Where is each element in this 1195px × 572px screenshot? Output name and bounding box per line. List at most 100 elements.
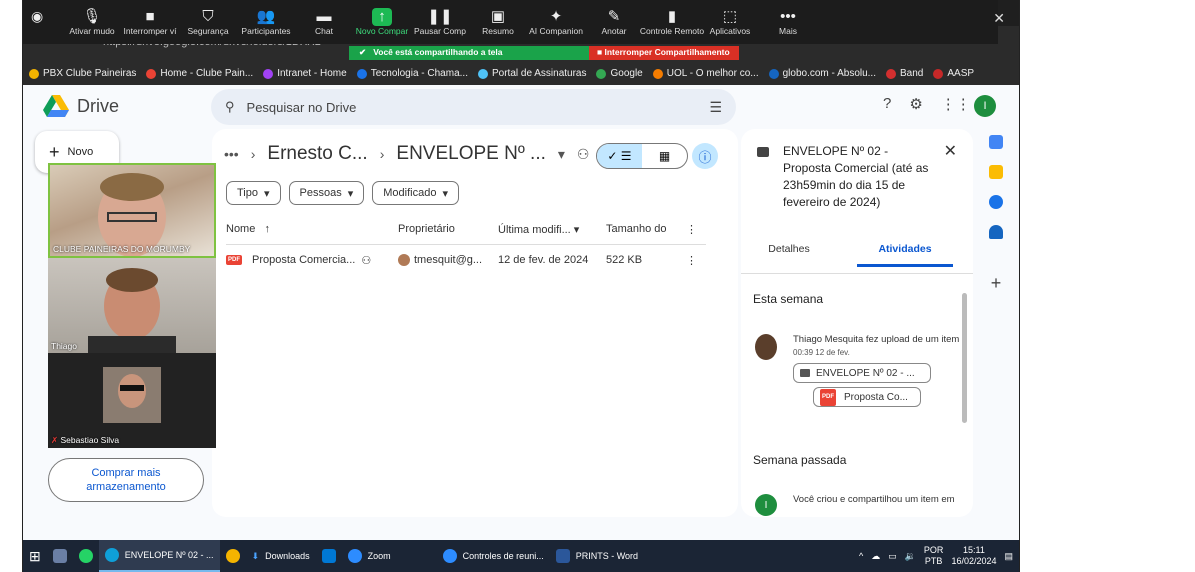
zoom-ai-companion-button[interactable]: ✦ AI Companion	[527, 0, 585, 36]
microphone-icon: 🎙	[82, 8, 102, 25]
bookmark-item[interactable]: AASP	[933, 68, 974, 79]
more-icon[interactable]: •••	[224, 146, 239, 162]
taskbar-item-edge[interactable]: ENVELOPE Nº 02 - ...	[98, 540, 220, 572]
clock[interactable]: 15:11 16/02/2024	[951, 545, 996, 567]
bookmark-item[interactable]: globo.com - Absolu...	[768, 68, 876, 79]
close-icon[interactable]: ✕	[944, 141, 957, 161]
grid-view-button[interactable]: ▦	[642, 144, 687, 168]
taskbar: ⊞ ENVELOPE Nº 02 - ... ⬇ Downloads Zoom C…	[23, 540, 1019, 572]
outlook-icon[interactable]	[316, 540, 342, 572]
zoom-aplicativos-button[interactable]: ⬚ Aplicativos	[701, 0, 759, 36]
table-row[interactable]: PDF Proposta Comercia... ⚇ tmesquit@g...…	[226, 247, 706, 273]
participant-photo	[103, 367, 161, 423]
filter-type[interactable]: Tipo ▾	[226, 181, 281, 205]
tab-activity[interactable]: Atividades	[857, 237, 953, 267]
taskbar-item-zoom-controls[interactable]: Controles de reuni...	[437, 540, 550, 572]
bookmark-icon	[477, 68, 488, 79]
chevron-down-icon[interactable]: ▾	[558, 146, 565, 163]
zoom-controle-remoto-button[interactable]: ▮ Controle Remoto	[640, 0, 704, 36]
file-name[interactable]: Proposta Comercia...	[252, 254, 355, 266]
avatar[interactable]: I	[974, 95, 996, 117]
stop-sharing-button[interactable]: ■ Interromper Compartilhamento	[589, 46, 739, 60]
col-modified[interactable]: Última modifi... ▾	[498, 223, 606, 244]
onedrive-icon[interactable]: ☁	[871, 551, 880, 562]
col-name[interactable]: Nome ↑	[226, 223, 398, 244]
col-owner[interactable]: Proprietário	[398, 223, 498, 244]
bookmark-item[interactable]: UOL - O melhor co...	[652, 68, 759, 79]
language-indicator[interactable]: POR PTB	[924, 545, 944, 567]
sparkle-icon: ✦	[549, 8, 563, 25]
plus-icon: +	[49, 141, 60, 162]
gear-icon[interactable]: ⚙	[909, 95, 922, 113]
network-icon[interactable]: ▭	[888, 551, 897, 562]
chrome-icon[interactable]	[220, 540, 246, 572]
help-icon[interactable]: ?	[883, 95, 891, 113]
bookmark-item[interactable]: Intranet - Home	[263, 68, 347, 79]
zoom-participantes-button[interactable]: 👥 Participantes	[237, 0, 295, 36]
bookmark-icon	[263, 68, 274, 79]
search-bar[interactable]: ⚲ Pesquisar no Drive ☰	[211, 89, 736, 125]
close-icon[interactable]: ✕	[993, 10, 1005, 27]
app-icon[interactable]	[47, 540, 73, 572]
filter-people[interactable]: Pessoas ▾	[288, 181, 365, 205]
taskbar-item-zoom[interactable]: Zoom	[342, 540, 397, 572]
filter-options-icon[interactable]: ☰	[709, 99, 722, 116]
activity-item: Você criou e compartilhou um item em	[793, 494, 955, 505]
bookmark-item[interactable]: PBX Clube Paineiras	[29, 68, 136, 79]
zoom-anotar-button[interactable]: ✎ Anotar	[585, 0, 643, 36]
bookmark-item[interactable]: Band	[886, 68, 923, 79]
plus-icon[interactable]: +	[991, 273, 1002, 294]
participant-photo	[88, 268, 176, 353]
muted-microphone-icon: ✗	[51, 435, 59, 445]
zoom-mais-button[interactable]: ••• Mais	[759, 0, 817, 36]
more-vert-icon[interactable]: ⋮	[686, 223, 697, 244]
zoom-pausar-comp-button[interactable]: ❚❚ Pausar Comp	[411, 0, 469, 36]
video-tile[interactable]: Thiago	[48, 258, 216, 353]
bookmark-icon	[146, 68, 157, 79]
bookmark-item[interactable]: Portal de Assinaturas	[477, 68, 586, 79]
participants-icon: 👥	[256, 8, 276, 25]
filter-modified[interactable]: Modificado ▾	[372, 181, 459, 205]
list-view-button[interactable]: ✓ ☰	[597, 144, 642, 168]
calendar-icon[interactable]	[989, 135, 1003, 149]
scrollbar[interactable]	[962, 293, 967, 423]
zoom-resumo-button[interactable]: ▣ Resumo	[469, 0, 527, 36]
col-size[interactable]: Tamanho do	[606, 223, 686, 244]
side-panel-apps: +	[981, 135, 1011, 294]
video-tile[interactable]: ✗ Sebastiao Silva	[48, 353, 216, 448]
filter-chips: Tipo ▾ Pessoas ▾ Modificado ▾	[226, 181, 459, 205]
zoom-novo-compar-button[interactable]: ↑ Novo Compar	[353, 0, 411, 36]
tab-details[interactable]: Detalhes	[741, 237, 837, 267]
keep-icon[interactable]	[989, 165, 1003, 179]
chevron-up-icon[interactable]: ^	[859, 551, 863, 561]
info-icon[interactable]: ⓘ	[692, 143, 718, 169]
buy-storage-button[interactable]: Comprar mais armazenamento	[48, 458, 204, 502]
shield-icon: ⛉	[202, 8, 214, 25]
breadcrumb-root[interactable]: Ernesto C...	[267, 143, 367, 165]
contacts-icon[interactable]	[989, 225, 1003, 239]
more-vert-icon[interactable]: ⋮	[686, 254, 697, 267]
apps-grid-icon[interactable]: ⋮⋮	[941, 95, 971, 113]
bookmark-item[interactable]: Tecnologia - Chama...	[356, 68, 468, 79]
breadcrumb-current[interactable]: ENVELOPE Nº ...	[396, 143, 546, 165]
whatsapp-icon[interactable]	[73, 540, 99, 572]
sharing-notice: ✔ Você está compartilhando a tela	[349, 46, 589, 60]
bookmark-item[interactable]: Home - Clube Pain...	[146, 68, 253, 79]
search-input[interactable]: Pesquisar no Drive	[247, 100, 357, 115]
zoom-interromper-v--button[interactable]: ■ Interromper ví	[121, 0, 179, 36]
video-tile[interactable]: CLUBE PAINEIRAS DO MORUMBY	[48, 163, 216, 258]
volume-icon[interactable]: 🔉	[905, 551, 916, 562]
drive-logo[interactable]: Drive	[43, 95, 119, 117]
zoom-chat-button[interactable]: ▬ Chat	[295, 0, 353, 36]
zoom-ativar-mudo-button[interactable]: 🎙 Ativar mudo	[63, 0, 121, 36]
activity-file-chip[interactable]: PDF Proposta Co...	[813, 387, 921, 407]
tasks-icon[interactable]	[989, 195, 1003, 209]
taskbar-item-word[interactable]: PRINTS - Word	[550, 540, 644, 572]
windows-start-icon[interactable]: ⊞	[23, 540, 47, 572]
taskbar-item-downloads[interactable]: ⬇ Downloads	[246, 540, 316, 572]
notification-icon[interactable]: ▤	[1004, 551, 1013, 562]
bookmark-item[interactable]: Google	[596, 68, 643, 79]
zoom-seguran-a-button[interactable]: ⛉ Segurança	[179, 0, 237, 36]
zoom-icon	[442, 549, 457, 563]
activity-folder-chip[interactable]: ENVELOPE Nº 02 - ...	[793, 363, 931, 383]
